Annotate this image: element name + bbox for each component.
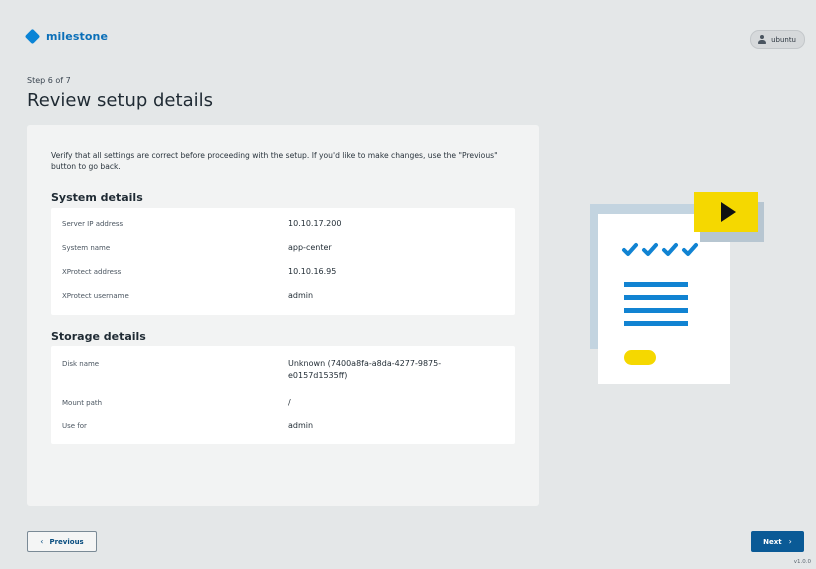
detail-label: Disk name [62, 360, 100, 368]
next-button-label: Next [763, 537, 782, 546]
detail-label: XProtect address [62, 268, 122, 276]
detail-value: / [288, 398, 291, 407]
system-details-panel: Server IP address 10.10.17.200 System na… [51, 208, 515, 315]
review-card: Verify that all settings are correct bef… [27, 125, 539, 506]
detail-label: Use for [62, 422, 87, 430]
logo-text: milestone [46, 30, 109, 43]
storage-details-heading: Storage details [51, 330, 146, 343]
detail-label: Mount path [62, 399, 103, 407]
detail-label: System name [62, 244, 111, 252]
system-details-heading: System details [51, 191, 143, 204]
detail-value: admin [288, 421, 314, 430]
detail-value: 10.10.16.95 [288, 267, 337, 276]
detail-label: Server IP address [62, 220, 124, 228]
logo-diamond-icon [24, 28, 41, 45]
previous-button-label: Previous [49, 537, 84, 546]
storage-details-panel: Disk name Unknown (7400a8fa-a8da-4277-98… [51, 346, 515, 444]
detail-label: XProtect username [62, 292, 129, 300]
version-label: v1.0.0 [793, 559, 811, 565]
next-button[interactable]: Next › [751, 531, 804, 552]
intro-text: Verify that all settings are correct bef… [51, 151, 498, 171]
milestone-logo: milestone [24, 28, 109, 45]
chevron-left-icon: ‹ [40, 537, 44, 546]
chevron-right-icon: › [788, 537, 792, 546]
step-indicator: Step 6 of 7 [27, 76, 71, 85]
review-checklist-illustration [590, 192, 764, 384]
detail-value: 10.10.17.200 [288, 219, 342, 228]
detail-value: admin [288, 291, 314, 300]
user-menu-button[interactable]: ubuntu [750, 30, 805, 49]
previous-button[interactable]: ‹ Previous [27, 531, 97, 552]
detail-value: Unknown (7400a8fa-a8da-4277-9875-e0157d1… [288, 359, 442, 380]
user-icon [757, 34, 767, 45]
page-title: Review setup details [27, 90, 213, 111]
user-name: ubuntu [771, 35, 796, 44]
detail-value: app-center [288, 243, 332, 252]
